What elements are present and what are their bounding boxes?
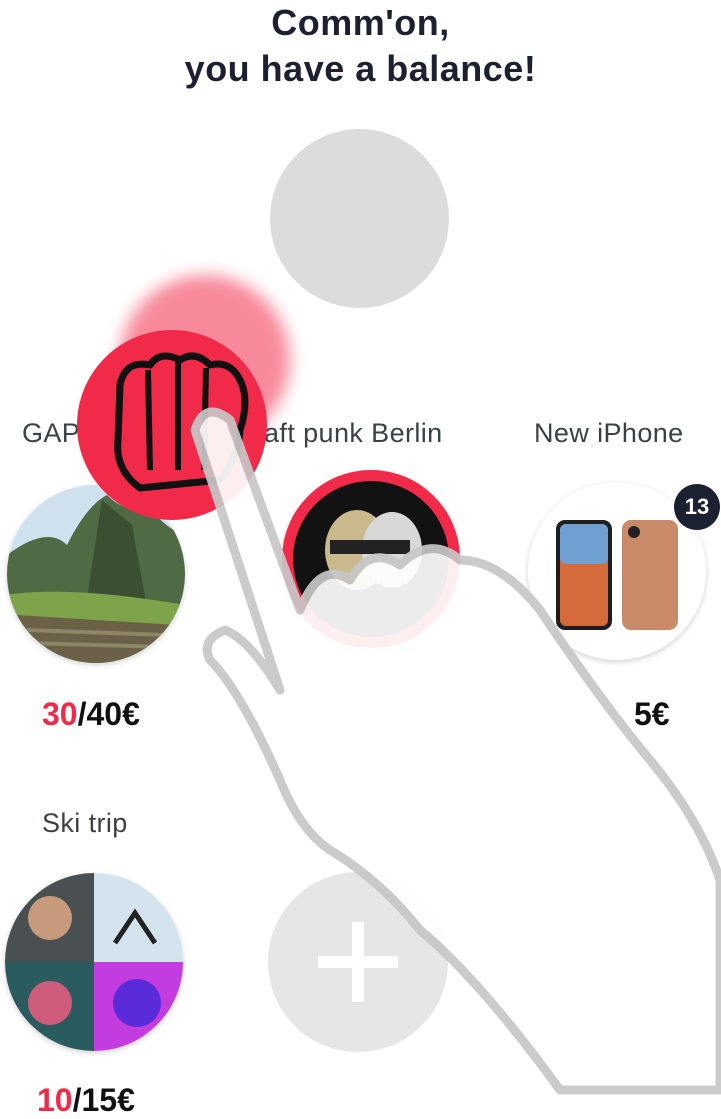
goal-circle-ski-trip[interactable] [5,873,183,1051]
goal-target-gap: 40€ [86,696,140,732]
page-title: Comm'on, you have a balance! [0,0,721,92]
goal-circle-gap[interactable] [7,485,185,663]
goal-current-ski-trip: 10 [37,1082,73,1118]
goal-name-daft-punk: aft punk Berlin [264,418,443,448]
goal-name-iphone: New iPhone [534,418,684,448]
goal-name-gap: GAP [22,418,81,448]
plus-icon [318,922,398,1002]
goal-amount-ski-trip: 10/15€ [37,1082,135,1119]
goal-current-gap: 30 [42,696,78,732]
goal-amount-iphone: 5€ [634,696,670,732]
daft-punk-helmet-photo [293,481,449,637]
machu-picchu-photo [7,485,185,663]
title-line-2: you have a balance! [184,48,537,89]
notification-badge: 13 [674,484,720,530]
friends-collage-photo [5,873,183,1051]
title-line-1: Comm'on, [271,2,450,43]
goal-target-ski-trip: 15€ [81,1082,135,1118]
balance-drop-target[interactable] [270,129,449,308]
goal-name-ski-trip: Ski trip [42,808,128,838]
add-goal-button[interactable] [268,872,448,1052]
goal-amount-gap: 30/40€ [42,696,140,733]
goal-circle-daft-punk[interactable] [282,470,460,648]
